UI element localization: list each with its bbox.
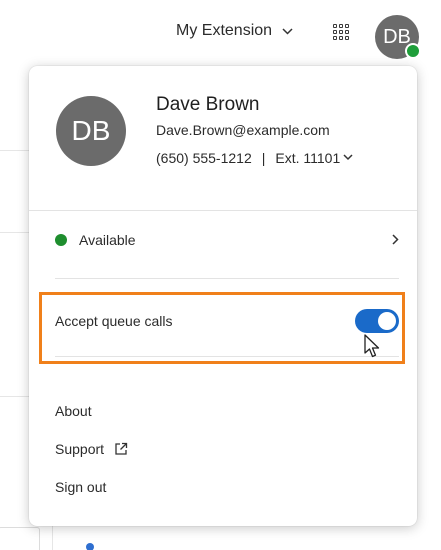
presence-status-item[interactable]: Available — [55, 225, 399, 255]
accept-queue-calls-item: Accept queue calls — [55, 306, 399, 336]
divider — [55, 356, 399, 357]
separator: | — [261, 150, 266, 166]
avatar-initials-large: DB — [71, 115, 111, 146]
accept-queue-calls-label: Accept queue calls — [55, 313, 173, 329]
profile-extension: Ext. 11101 — [275, 150, 341, 166]
about-link[interactable]: About — [55, 392, 128, 430]
support-link[interactable]: Support — [55, 430, 128, 468]
presence-indicator — [405, 43, 421, 59]
background-divider — [0, 396, 30, 397]
status-label: Available — [79, 232, 136, 248]
page: My Extension DB DB Dave Brown Dave.Brown… — [0, 0, 441, 550]
divider — [55, 278, 399, 279]
external-link-icon — [115, 442, 128, 455]
sign-out-link[interactable]: Sign out — [55, 468, 128, 506]
background-divider — [0, 232, 30, 233]
profile-section: DB Dave Brown Dave.Brown@example.com (65… — [29, 66, 417, 211]
extension-selector[interactable]: My Extension — [176, 22, 293, 40]
background-divider — [52, 525, 53, 550]
chevron-down-icon — [343, 152, 353, 164]
status-dot-icon — [55, 234, 67, 246]
profile-name: Dave Brown — [156, 94, 260, 115]
sign-out-label: Sign out — [55, 479, 107, 495]
user-menu-popover: DB Dave Brown Dave.Brown@example.com (65… — [29, 66, 417, 526]
phone-extension-selector[interactable]: (650) 555-1212 | Ext. 11101 — [156, 150, 353, 166]
grid-icon[interactable] — [333, 24, 349, 40]
accept-queue-calls-toggle[interactable] — [355, 309, 399, 333]
support-label: Support — [55, 441, 105, 457]
profile-phone-number: (650) 555-1212 — [156, 150, 252, 166]
menu-links: About Support Sign out — [55, 392, 128, 506]
chevron-right-icon — [392, 232, 399, 248]
toggle-knob — [378, 312, 396, 330]
top-bar: My Extension DB — [0, 0, 441, 62]
background-indicator — [86, 543, 94, 550]
profile-email: Dave.Brown@example.com — [156, 122, 330, 138]
mouse-pointer-icon — [364, 334, 380, 358]
background-panel — [0, 527, 40, 550]
extension-selector-label: My Extension — [176, 22, 273, 39]
user-avatar-button[interactable]: DB — [375, 15, 421, 59]
chevron-down-icon — [282, 24, 293, 38]
avatar: DB — [56, 96, 126, 166]
about-label: About — [55, 403, 92, 419]
